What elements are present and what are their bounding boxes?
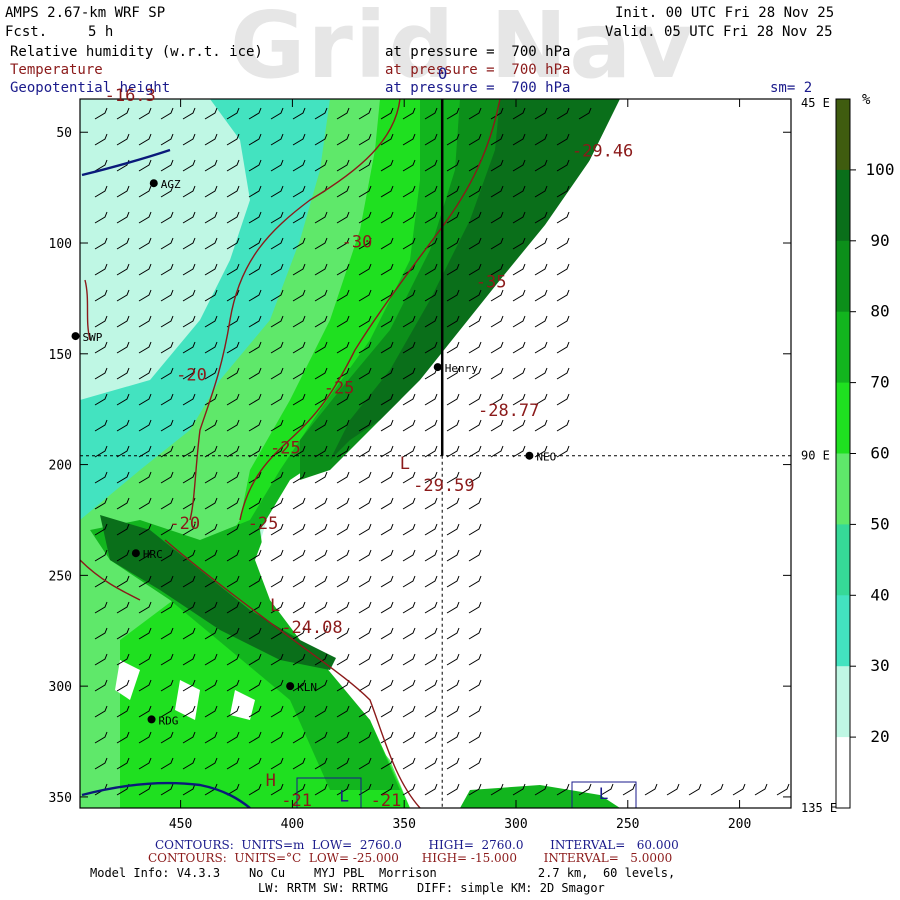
- station-dot: [286, 682, 295, 691]
- colorbar-label: 50: [870, 514, 889, 533]
- colorbar-segment: [836, 311, 850, 384]
- temperature-label: -25: [270, 439, 301, 459]
- humidity-shading: [80, 99, 791, 808]
- colorbar-segment: [836, 737, 850, 809]
- temperature-label: -24.08: [281, 618, 342, 638]
- station-label: Henry: [445, 362, 478, 375]
- temperature-label: -25: [324, 379, 355, 399]
- temperature-label: -25: [248, 514, 279, 534]
- station-label: AGZ: [161, 178, 181, 191]
- temperature-label: -21: [371, 791, 402, 811]
- temperature-label: -35: [476, 272, 507, 292]
- colorbar: % 100 90 80 70 60 50 40 30 20: [835, 92, 895, 809]
- temperature-label: -21: [281, 791, 312, 811]
- x-tick-label: 450: [169, 817, 192, 832]
- temperature-label: H: [266, 771, 276, 791]
- station-dot: [131, 549, 140, 558]
- y-tick-label: 100: [49, 237, 72, 252]
- x-tick-label: 400: [281, 817, 304, 832]
- y-tick-label: 250: [49, 569, 72, 584]
- colorbar-segment: [836, 240, 850, 313]
- colorbar-label: 30: [870, 656, 889, 675]
- y-tick-label: 300: [49, 680, 72, 695]
- footer-temp-contours: CONTOURS: UNITS=°C LOW= -25.000 HIGH= -1…: [148, 851, 673, 865]
- temperature-label: -29.59: [413, 476, 474, 496]
- y-tick-label: 50: [56, 126, 72, 141]
- colorbar-label: 70: [870, 373, 889, 392]
- longitude-labels: 45 E 90 E 135 E: [801, 96, 837, 815]
- station-dot: [149, 179, 158, 188]
- temperature-label: -28.77: [478, 401, 539, 421]
- temperature-label: L: [270, 596, 280, 616]
- footer-geo-contours: CONTOURS: UNITS=m LOW= 2760.0 HIGH= 2760…: [155, 838, 679, 852]
- colorbar-segment: [836, 382, 850, 454]
- colorbar-label: 90: [870, 231, 889, 250]
- colorbar-segment: [836, 595, 850, 667]
- longitude-label: 90 E: [801, 449, 830, 463]
- colorbar-segment: [836, 524, 850, 596]
- colorbar-label: 40: [870, 585, 889, 604]
- footer-model-info: Model Info: V4.3.3 No Cu MYJ PBL Morriso…: [90, 866, 676, 880]
- temperature-label: -16.3: [105, 86, 156, 106]
- x-tick-label: 350: [392, 817, 415, 832]
- geopotential-label: L: [599, 784, 609, 803]
- colorbar-label: 100: [866, 160, 895, 179]
- station-dot: [71, 332, 80, 341]
- temperature-label: -20: [176, 365, 207, 385]
- x-tick-label: 250: [616, 817, 639, 832]
- station-dot: [525, 451, 534, 460]
- temperature-label: -29.46: [572, 142, 633, 162]
- station-label: HRC: [143, 548, 163, 561]
- y-tick-label: 150: [49, 348, 72, 363]
- temperature-label: L: [400, 454, 410, 474]
- station-label: RDG: [159, 714, 179, 727]
- station-label: KLN: [297, 681, 317, 694]
- colorbar-label: 20: [870, 727, 889, 746]
- temperature-label: -30: [342, 232, 373, 252]
- station-label: SWP: [83, 331, 103, 344]
- map-canvas: 50100150200250300350 450 400 350 300 250 200 …: [49, 64, 895, 832]
- footer-physics-info: LW: RRTM SW: RRTMG DIFF: simple KM: 2D S…: [258, 881, 605, 895]
- geopotential-label: 0: [438, 64, 448, 83]
- station-label: NEO: [536, 451, 556, 464]
- y-tick-label: 350: [49, 791, 72, 806]
- geopotential-label: L: [339, 786, 349, 805]
- station-dot: [433, 363, 442, 372]
- y-tick-label: 200: [49, 459, 72, 474]
- colorbar-segment: [836, 453, 850, 525]
- longitude-label: 135 E: [801, 801, 837, 815]
- x-tick-label: 200: [728, 817, 751, 832]
- colorbar-label: 60: [870, 444, 889, 463]
- colorbar-unit: %: [862, 92, 871, 108]
- colorbar-label: 80: [870, 302, 889, 321]
- temperature-label: -20: [169, 514, 200, 534]
- longitude-label: 45 E: [801, 96, 830, 110]
- x-tick-label: 300: [504, 817, 527, 832]
- colorbar-segment: [836, 99, 850, 171]
- colorbar-segment: [836, 169, 850, 242]
- colorbar-segment: [836, 666, 850, 738]
- station-dot: [147, 715, 156, 724]
